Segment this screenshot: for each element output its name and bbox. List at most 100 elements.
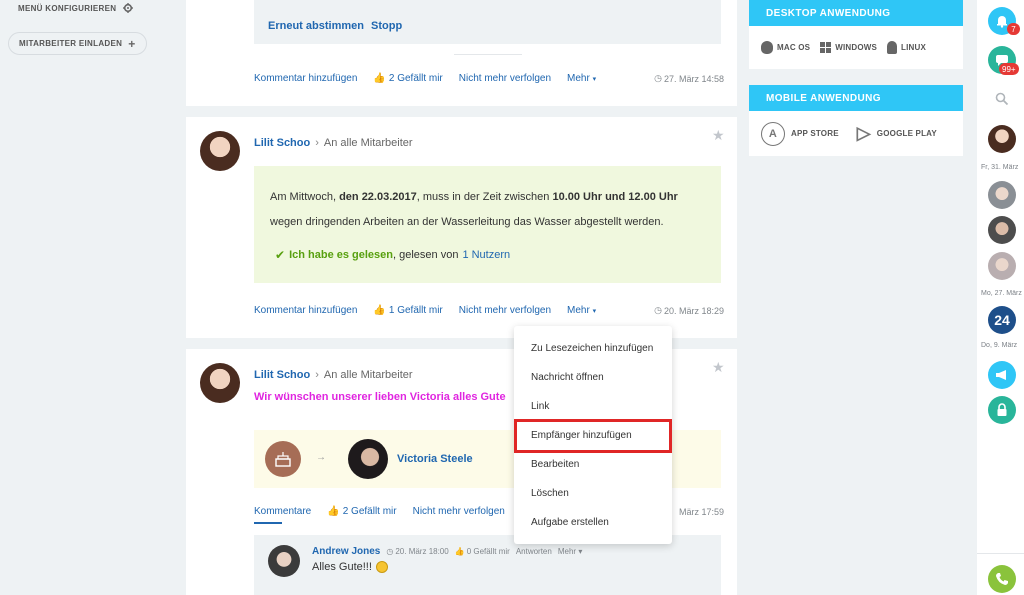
author-avatar[interactable]	[200, 363, 240, 403]
menu-item-create-task[interactable]: Aufgabe erstellen	[531, 517, 609, 528]
right-dock: 7 99+ Fr, 31. März Mo, 27. März 24 Do, 9…	[977, 0, 1024, 595]
menu-item-add-bookmark[interactable]: Zu Lesezeichen hinzufügen	[531, 343, 653, 354]
clock-icon: ◷	[654, 73, 662, 83]
menu-item-open-message[interactable]: Nachricht öffnen	[531, 372, 604, 383]
chevron-down-icon: ▾	[578, 547, 583, 556]
dock-divider	[977, 553, 1024, 554]
menu-item-edit[interactable]: Bearbeiten	[531, 459, 579, 470]
cake-icon	[265, 441, 301, 477]
more-link[interactable]: Mehr ▾	[567, 73, 596, 84]
comment-like-button[interactable]: 👍 0 Gefällt mir	[455, 547, 510, 556]
app-store-link[interactable]: A APP STORE	[761, 121, 839, 146]
author-name[interactable]: Lilit Schoo	[254, 369, 310, 381]
timestamp-text: 20. März 18:29	[663, 305, 724, 316]
left-menu: MENÜ KONFIGURIEREN MITARBEITER EINLADEN …	[0, 0, 178, 595]
windows-link[interactable]: WINDOWS	[820, 42, 877, 53]
thumbs-up-icon: 👍	[373, 73, 386, 84]
check-icon: ✔	[275, 248, 286, 262]
chevron-right-icon: ›	[315, 369, 319, 381]
add-comment-link[interactable]: Kommentar hinzufügen	[254, 305, 357, 316]
contact-avatar[interactable]	[988, 181, 1016, 209]
mobile-store-list: A APP STORE ▷ GOOGLE PLAY	[749, 111, 963, 156]
date-label: Mo, 27. März	[981, 290, 1022, 297]
post-actions: Kommentar hinzufügen 👍 1 Gefällt mir Nich…	[254, 305, 724, 316]
megaphone-icon[interactable]	[988, 361, 1016, 389]
linux-label: LINUX	[901, 43, 927, 52]
app-store-icon: A	[761, 121, 785, 146]
linux-link[interactable]: LINUX	[887, 41, 926, 54]
desktop-os-list: MAC OS WINDOWS LINUX	[749, 26, 963, 69]
menu-item-link[interactable]: Link	[531, 401, 549, 412]
clock-icon: ◷	[386, 547, 394, 556]
announcement-box: Am Mittwoch, den 22.03.2017, muss in der…	[254, 166, 721, 283]
comment-header: Andrew Jones ◷ 20. März 18:00 👍 0 Gefällt …	[312, 546, 582, 557]
likes-count: 2 Gefällt mir	[388, 73, 443, 84]
commenter-avatar[interactable]	[268, 545, 300, 577]
star-icon[interactable]: ★	[712, 127, 725, 144]
invite-employees-button[interactable]: MITARBEITER EINLADEN +	[8, 32, 147, 55]
phone-icon[interactable]	[988, 565, 1016, 593]
macos-label: MAC OS	[777, 43, 811, 52]
comments-tab[interactable]: Kommentare	[254, 506, 311, 517]
app-store-label: APP STORE	[791, 129, 839, 138]
clock-icon: ◷	[654, 305, 662, 315]
honoree-name[interactable]: Victoria Steele	[397, 453, 473, 465]
unfollow-link[interactable]: Nicht mehr verfolgen	[413, 506, 505, 517]
author-name[interactable]: Lilit Schoo	[254, 137, 310, 149]
comment-time: 20. März 18:00	[395, 547, 449, 556]
poll-footer: Erneut abstimmen Stopp	[254, 0, 721, 44]
reply-link[interactable]: Antworten	[516, 547, 552, 556]
plus-icon: +	[128, 36, 136, 51]
comment-more-link[interactable]: Mehr ▾	[558, 547, 582, 556]
body-time1: 10.00 Uhr	[552, 191, 602, 203]
chevron-right-icon: ›	[315, 137, 319, 149]
likes-count: 2 Gefällt mir	[342, 506, 397, 517]
unfollow-link[interactable]: Nicht mehr verfolgen	[459, 73, 551, 84]
linux-icon	[887, 41, 898, 54]
thumbs-up-icon: 👍	[327, 506, 340, 517]
arrow-right-icon: →	[316, 452, 326, 463]
chevron-down-icon: ▾	[592, 308, 597, 315]
stop-button[interactable]: Stopp	[371, 20, 402, 32]
contact-avatar[interactable]	[988, 216, 1016, 244]
post-actions: Kommentar hinzufügen 👍 2 Gefällt mir Nich…	[254, 73, 724, 84]
add-comment-link[interactable]: Kommentar hinzufügen	[254, 73, 357, 84]
recipient-label[interactable]: An alle Mitarbeiter	[324, 137, 413, 149]
lock-icon[interactable]	[988, 396, 1016, 424]
date-label: Fr, 31. März	[981, 164, 1019, 171]
search-icon[interactable]	[995, 92, 1009, 106]
unfollow-link[interactable]: Nicht mehr verfolgen	[459, 305, 551, 316]
body-mid: , muss in der Zeit zwischen	[416, 191, 550, 203]
vote-again-button[interactable]: Erneut abstimmen	[268, 20, 364, 32]
configure-menu-button[interactable]: MENÜ KONFIGURIEREN	[18, 3, 134, 13]
body-und: und	[605, 191, 626, 203]
read-button[interactable]: Ich habe es gelesen	[289, 249, 393, 261]
google-play-link[interactable]: ▷ GOOGLE PLAY	[857, 123, 937, 144]
active-tab-underline	[254, 522, 282, 524]
like-button[interactable]: 👍 1 Gefällt mir	[373, 305, 442, 316]
honoree-avatar[interactable]	[348, 439, 388, 479]
bitrix24-label: 24	[994, 312, 1010, 328]
recipient-label[interactable]: An alle Mitarbeiter	[324, 369, 413, 381]
body-pre: Am Mittwoch,	[270, 191, 337, 203]
like-button[interactable]: 👍 2 Gefällt mir	[373, 73, 442, 84]
more-link[interactable]: Mehr ▾	[567, 305, 596, 316]
contact-avatar[interactable]	[988, 252, 1016, 280]
mobile-app-widget: MOBILE ANWENDUNG A APP STORE ▷ GOOGLE PLAY	[749, 85, 963, 156]
author-avatar[interactable]	[200, 131, 240, 171]
commenter-name[interactable]: Andrew Jones	[312, 546, 380, 557]
greeting-text: Wir wünschen unserer lieben Victoria all…	[254, 391, 506, 403]
comment-text: Alles Gute!!!	[312, 561, 388, 573]
comment-more-label: Mehr	[557, 547, 577, 556]
star-icon[interactable]: ★	[712, 359, 725, 376]
menu-item-delete[interactable]: Löschen	[531, 488, 569, 499]
bitrix24-chat-icon[interactable]: 24	[988, 306, 1016, 334]
date-label: Do, 9. März	[981, 342, 1018, 349]
macos-link[interactable]: MAC OS	[761, 41, 810, 54]
comment-likes: 0 Gefällt mir	[466, 547, 510, 556]
body-line2: wegen dringenden Arbeiten an der Wasserl…	[270, 216, 664, 228]
read-count-link[interactable]: 1 Nutzern	[462, 249, 510, 261]
post-card-poll: Erneut abstimmen Stopp Kommentar hinzufü…	[186, 0, 737, 106]
like-button[interactable]: 👍 2 Gefällt mir	[327, 506, 396, 517]
contact-avatar[interactable]	[988, 125, 1016, 153]
